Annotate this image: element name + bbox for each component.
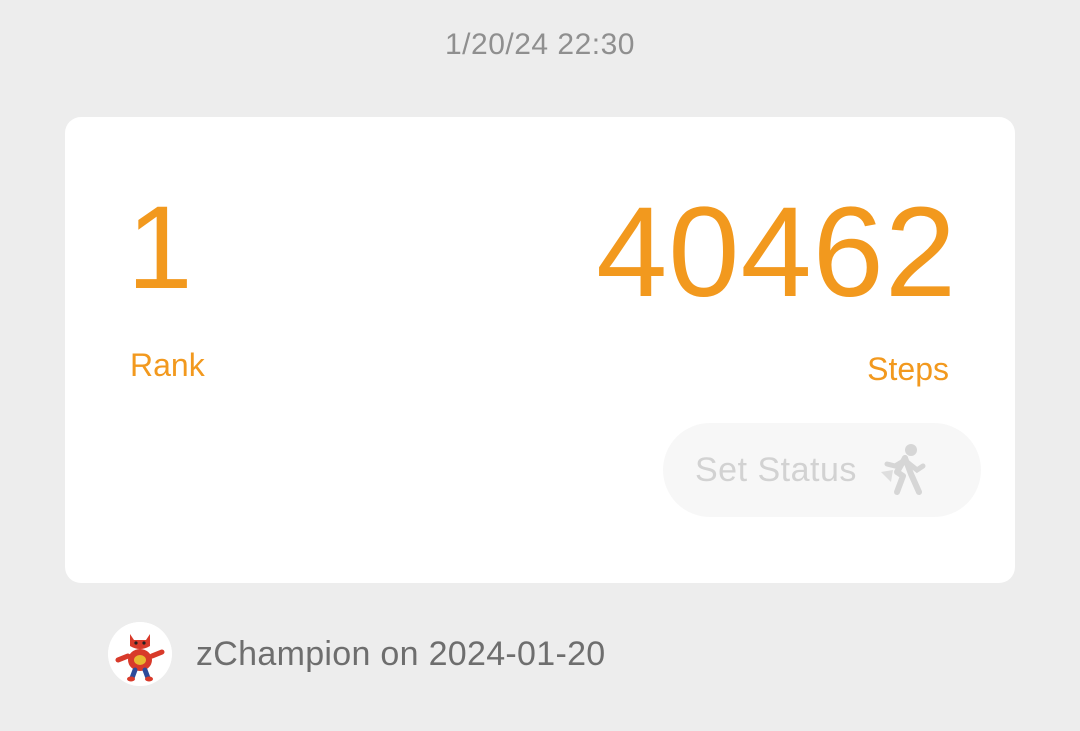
ranking-champion-footer[interactable]: zChampion on 2024-01-20: [108, 622, 606, 686]
set-status-label: Set Status: [695, 450, 857, 489]
rank-value: 1: [127, 182, 193, 314]
champion-text[interactable]: zChampion on 2024-01-20: [196, 635, 606, 674]
step-ranking-card[interactable]: 1 Rank 40462 Steps Set Status: [65, 117, 1015, 583]
message-timestamp: 1/20/24 22:30: [444, 28, 635, 61]
rank-label: Rank: [130, 347, 205, 383]
set-status-button[interactable]: Set Status: [663, 423, 981, 517]
champion-avatar[interactable]: [108, 622, 172, 686]
steps-label: Steps: [867, 351, 949, 387]
walking-person-icon: [875, 442, 931, 498]
steps-value: 40462: [596, 181, 957, 324]
